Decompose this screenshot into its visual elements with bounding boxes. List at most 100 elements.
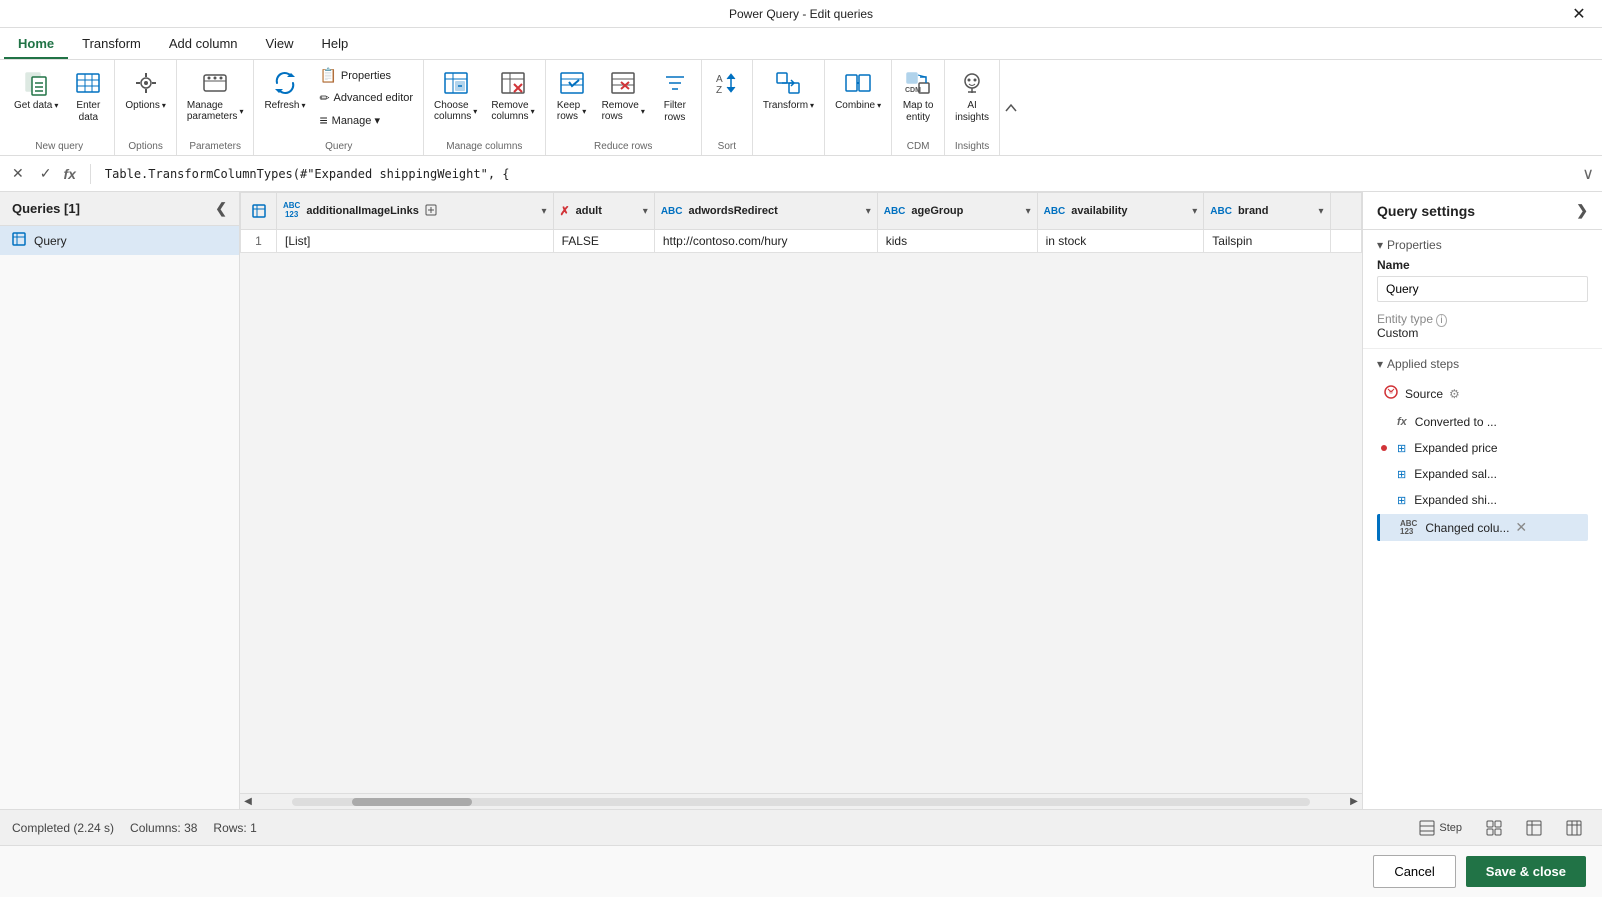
close-button[interactable]: ✕	[1556, 0, 1602, 28]
choose-columns-button[interactable]: Choosecolumns ▾	[428, 64, 483, 126]
manage-button[interactable]: ≡ Manage ▾	[313, 109, 419, 131]
keep-rows-button[interactable]: Keeprows ▾	[550, 64, 594, 126]
name-field-label: Name	[1377, 258, 1588, 272]
queries-collapse-button[interactable]: ❮	[215, 200, 227, 217]
properties-section-label: Properties	[1387, 238, 1442, 252]
expand-additionalImageLinks-icon[interactable]	[425, 204, 437, 219]
cell-brand-1: Tailspin	[1204, 230, 1330, 253]
choose-columns-label: Choosecolumns	[434, 100, 471, 122]
formula-nav-x[interactable]: ✕	[8, 163, 28, 184]
row-num-1: 1	[241, 230, 277, 253]
applied-steps-chevron-icon: ▾	[1377, 357, 1383, 371]
status-text: Completed (2.24 s)	[12, 821, 114, 835]
name-input[interactable]	[1377, 276, 1588, 302]
step-view-button[interactable]: Step	[1411, 817, 1470, 839]
data-table: ABC123 additionalImageLinks ▾ ✗	[240, 192, 1362, 253]
entity-type-info-icon[interactable]: i	[1436, 314, 1446, 327]
options-button[interactable]: Options ▾	[119, 64, 171, 115]
filter-adult-icon[interactable]: ▾	[643, 206, 648, 217]
filter-additionalImageLinks-icon[interactable]: ▾	[542, 206, 547, 217]
save-close-button[interactable]: Save & close	[1466, 856, 1586, 887]
properties-icon: 📋	[319, 67, 336, 84]
combine-button[interactable]: Combine ▾	[829, 64, 887, 115]
schema-view-button[interactable]	[1478, 817, 1510, 839]
formula-expand-button[interactable]: ∨	[1582, 164, 1594, 184]
combine-label: Combine	[835, 100, 875, 111]
ribbon-collapse-button[interactable]	[1000, 60, 1022, 155]
cell-additionalImageLinks-1: [List]	[277, 230, 554, 253]
transform-button[interactable]: Transform ▾	[757, 64, 820, 115]
get-data-button[interactable]: Get data ▾	[8, 64, 64, 115]
step-source[interactable]: Source ⚙	[1377, 379, 1588, 408]
ai-insights-button[interactable]: AIinsights	[949, 64, 995, 128]
tab-help[interactable]: Help	[307, 30, 362, 59]
refresh-button[interactable]: Refresh ▾	[258, 64, 311, 115]
step-expanded-shi[interactable]: ⊞ Expanded shi...	[1377, 488, 1588, 512]
tab-add-column[interactable]: Add column	[155, 30, 252, 59]
col-header-adwordsRedirect: ABC adwordsRedirect ▾	[654, 193, 877, 230]
properties-section-header[interactable]: ▾ Properties	[1377, 238, 1588, 252]
applied-steps-header[interactable]: ▾ Applied steps	[1377, 357, 1588, 371]
ribbon-group-manage-columns: Choosecolumns ▾ Removecolumns ▾	[424, 60, 546, 155]
sort-icon: A Z	[712, 68, 742, 98]
step-changed-colu-delete-icon[interactable]: ✕	[1515, 519, 1527, 536]
query-item-name: Query	[34, 234, 67, 248]
query-item[interactable]: Query	[0, 226, 239, 255]
step-expanded-price[interactable]: ⊞ Expanded price	[1377, 436, 1588, 460]
insights-group-label: Insights	[949, 139, 995, 155]
cell-ageGroup-1: kids	[877, 230, 1037, 253]
remove-rows-button[interactable]: Removerows ▾	[596, 64, 651, 126]
step-expanded-price-type-icon: ⊞	[1397, 442, 1406, 455]
get-data-icon	[21, 68, 51, 98]
step-converted[interactable]: fx Converted to ...	[1377, 410, 1588, 434]
step-expanded-sal[interactable]: ⊞ Expanded sal...	[1377, 462, 1588, 486]
map-to-entity-button[interactable]: CDM Map toentity	[896, 64, 940, 128]
scroll-right-button[interactable]: ▶	[1346, 794, 1362, 810]
step-changed-colu[interactable]: ABC123 Changed colu... ✕	[1377, 514, 1588, 541]
cell-adwordsRedirect-1: http://contoso.com/hury	[654, 230, 877, 253]
rows-count: Rows: 1	[213, 821, 256, 835]
step-changed-colu-type-icon: ABC123	[1400, 520, 1417, 536]
filter-brand-icon[interactable]: ▾	[1318, 206, 1323, 217]
step-view-icon	[1419, 820, 1435, 836]
filter-adwordsRedirect-icon[interactable]: ▾	[866, 206, 871, 217]
remove-columns-button[interactable]: Removecolumns ▾	[485, 64, 540, 126]
step-expanded-shi-icon: ⊞	[1397, 494, 1406, 507]
scroll-left-button[interactable]: ◀	[240, 794, 256, 810]
settings-expand-button[interactable]: ❯	[1576, 202, 1588, 219]
bottom-bar: Cancel Save & close	[0, 845, 1602, 897]
properties-label: Properties	[341, 70, 391, 82]
step-source-gear-icon[interactable]: ⚙	[1449, 387, 1460, 401]
tab-view[interactable]: View	[252, 30, 308, 59]
ribbon-group-new-query: Get data ▾ Enterdata New query	[4, 60, 115, 155]
scroll-track[interactable]	[292, 798, 1310, 806]
enter-data-button[interactable]: Enterdata	[66, 64, 110, 128]
col-type-adult: ✗	[560, 204, 570, 218]
cancel-button[interactable]: Cancel	[1373, 855, 1455, 888]
filter-ageGroup-icon[interactable]: ▾	[1026, 206, 1031, 217]
tab-transform[interactable]: Transform	[68, 30, 155, 59]
row-num-header	[241, 193, 277, 230]
manage-parameters-button[interactable]: Manageparameters ▾	[181, 64, 250, 126]
properties-button[interactable]: 📋 Properties	[313, 64, 419, 87]
query-group-label: Query	[258, 139, 419, 155]
columns-count: Columns: 38	[130, 821, 197, 835]
refresh-icon	[270, 68, 300, 98]
choose-columns-icon	[441, 68, 471, 98]
advanced-editor-button[interactable]: ✏ Advanced editor	[313, 88, 419, 108]
applied-steps-section: ▾ Applied steps Source ⚙ fx	[1363, 349, 1602, 809]
scroll-thumb[interactable]	[352, 798, 472, 806]
formula-nav-check[interactable]: ✓	[36, 163, 56, 184]
filter-availability-icon[interactable]: ▾	[1192, 206, 1197, 217]
get-data-arrow: ▾	[54, 101, 58, 110]
data-grid[interactable]: ABC123 additionalImageLinks ▾ ✗	[240, 192, 1362, 793]
svg-text:A: A	[716, 74, 723, 85]
sort-button[interactable]: A Z	[706, 64, 748, 102]
settings-panel: Query settings ❯ ▾ Properties Name Entit…	[1362, 192, 1602, 809]
entity-type-label: Entity type i	[1377, 312, 1447, 326]
tab-home[interactable]: Home	[4, 30, 68, 59]
keep-rows-label: Keeprows	[557, 100, 580, 122]
table-view-button[interactable]	[1518, 817, 1550, 839]
column-quality-button[interactable]	[1558, 817, 1590, 839]
filter-rows-button[interactable]: Filterrows	[653, 64, 697, 128]
